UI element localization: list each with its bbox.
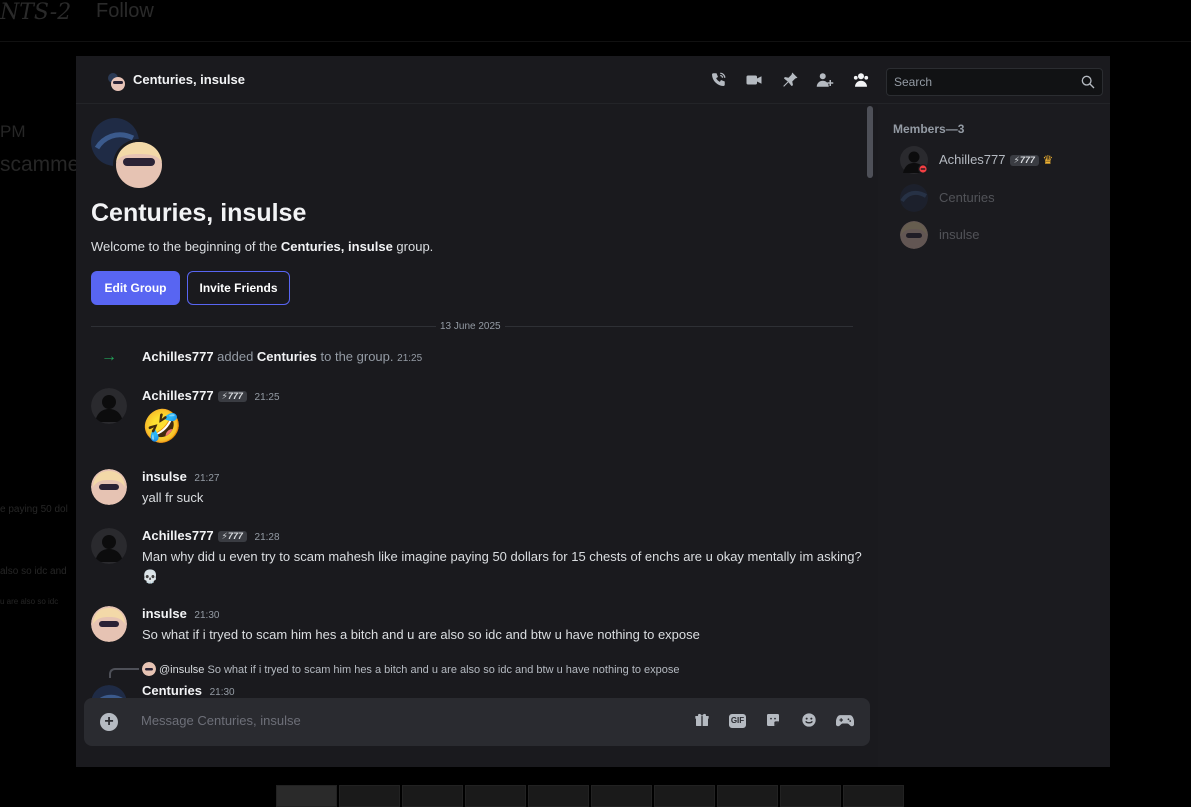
member-name: Achilles777	[939, 152, 1006, 167]
dm-window: Centuries, insulse Centuries, insulse	[76, 56, 1110, 767]
video-call-icon[interactable]	[744, 71, 764, 91]
background-fragment: also so idc and	[0, 566, 67, 577]
phone-call-icon[interactable]	[708, 71, 728, 91]
background-fragment: e paying 50 dol	[0, 504, 68, 515]
rofl-emoji-icon: 🤣	[142, 407, 182, 445]
members-list-icon[interactable]	[851, 71, 871, 91]
timestamp: 21:30	[209, 687, 235, 698]
message-author[interactable]: Achilles777	[142, 388, 214, 403]
message-content: 🤣	[142, 404, 862, 448]
search-box[interactable]	[886, 68, 1103, 96]
gif-icon[interactable]: GIF	[729, 714, 746, 728]
message-item: insulse 21:30 So what if i tryed to scam…	[91, 606, 861, 646]
message-author[interactable]: insulse	[142, 606, 187, 621]
members-heading: Members—3	[893, 122, 965, 136]
gift-icon[interactable]	[693, 712, 711, 730]
message-item: Achilles777 ⚡777 21:25 🤣	[91, 388, 861, 448]
edit-group-button[interactable]: Edit Group	[91, 271, 180, 305]
timestamp: 21:25	[397, 353, 423, 364]
avatar[interactable]	[91, 528, 127, 564]
background-follow: Follow	[96, 0, 154, 22]
avatar[interactable]	[91, 388, 127, 424]
message-content: yall fr suck	[142, 490, 204, 505]
message-author[interactable]: insulse	[142, 469, 187, 484]
timestamp: 21:28	[254, 532, 280, 543]
background-fragment: PM	[0, 122, 26, 141]
message-item: Achilles777 ⚡777 21:28 Man why did u even…	[91, 528, 862, 588]
pin-icon[interactable]	[780, 71, 800, 91]
group-avatar-icon	[108, 73, 125, 91]
reply-connector	[109, 668, 139, 678]
timestamp: 21:27	[194, 473, 220, 484]
group-avatar	[91, 118, 165, 191]
emoji-icon[interactable]	[800, 712, 818, 730]
user-badge: ⚡777	[217, 531, 247, 542]
owner-crown-icon: ♛	[1042, 153, 1054, 167]
background-fragment: u are also so idc	[0, 597, 59, 606]
message-content: Man why did u even try to scam mahesh li…	[142, 549, 862, 584]
member-item[interactable]: Centuries	[900, 184, 1100, 214]
member-name: insulse	[939, 227, 980, 242]
avatar	[900, 146, 928, 174]
group-name-heading: Centuries, insulse	[91, 199, 307, 227]
message-composer: + GIF	[84, 698, 870, 746]
timestamp: 21:25	[254, 392, 280, 403]
search-input[interactable]	[894, 75, 1074, 89]
system-target[interactable]: Centuries	[257, 349, 317, 364]
avatar	[900, 184, 928, 212]
message-item: insulse 21:27 yall fr suck	[91, 469, 861, 509]
avatar	[900, 221, 928, 249]
reply-avatar	[142, 662, 156, 676]
search-icon	[1081, 75, 1095, 89]
channel-header: Centuries, insulse	[76, 56, 1110, 104]
background-topbar	[0, 0, 1191, 42]
message-author[interactable]: Centuries	[142, 683, 202, 698]
chat-scrollbar[interactable]	[867, 106, 873, 178]
date-divider-label: 13 June 2025	[436, 321, 505, 332]
message-input[interactable]	[141, 713, 661, 728]
avatar[interactable]	[91, 469, 127, 505]
timestamp: 21:30	[194, 610, 220, 621]
upload-plus-icon[interactable]: +	[100, 713, 118, 731]
reply-preview[interactable]: @insulse So what if i tryed to scam him …	[142, 662, 680, 676]
sticker-icon[interactable]	[764, 712, 782, 730]
member-item[interactable]: Achilles777 ⚡777 ♛	[900, 146, 1100, 176]
member-name: Centuries	[939, 190, 995, 205]
background-title: NTS-2	[0, 0, 72, 25]
reply-mention[interactable]: @insulse	[159, 664, 204, 676]
system-message: → Achilles777 added Centuries to the gro…	[101, 348, 423, 365]
welcome-text: Welcome to the beginning of the Centurie…	[91, 239, 434, 254]
member-item[interactable]: insulse	[900, 221, 1100, 251]
message-author[interactable]: Achilles777	[142, 528, 214, 543]
background-thumbnail-strip	[276, 785, 904, 807]
user-badge: ⚡777	[1009, 155, 1039, 166]
members-panel: Members—3 Achilles777 ⚡777 ♛ Centuries in…	[878, 104, 1110, 767]
user-badge: ⚡777	[217, 391, 247, 402]
add-friend-icon[interactable]	[815, 71, 835, 91]
avatar[interactable]	[91, 606, 127, 642]
background-fragment: scamme	[0, 153, 80, 176]
join-arrow-icon: →	[101, 348, 117, 365]
invite-friends-button[interactable]: Invite Friends	[187, 271, 290, 305]
reply-text: So what if i tryed to scam him hes a bit…	[204, 664, 680, 676]
activity-icon[interactable]	[835, 712, 855, 730]
message-content: So what if i tryed to scam him hes a bit…	[142, 627, 700, 642]
system-actor[interactable]: Achilles777	[142, 349, 214, 364]
channel-title: Centuries, insulse	[133, 72, 245, 87]
